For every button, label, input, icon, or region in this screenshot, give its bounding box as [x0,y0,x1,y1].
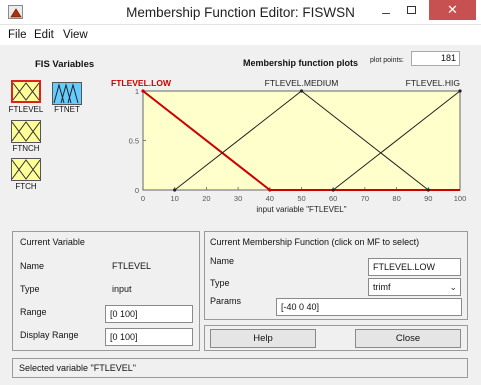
plot-points-label: plot points: [370,57,404,64]
menu-file[interactable]: File [8,29,27,41]
mf-type-label: Type [210,278,230,288]
plot-title: Membership function plots [243,58,359,68]
status-bar: Selected variable "FTLEVEL" [12,358,468,378]
mf-vertex-point [268,188,272,192]
membership-function-plot[interactable]: 0 10 20 30 40 50 60 70 80 90 100 0 0.5 1 input variabl… [100,71,470,223]
current-variable-header: Current Variable [20,237,85,247]
ftnch-mf-icon [11,121,41,142]
mf-label: FTLEVEL.HIG [406,78,460,88]
cv-display-range-label: Display Range [20,330,79,340]
x-tick-label: 80 [392,194,400,203]
x-tick-label: 40 [266,194,274,203]
menu-bar: File Edit View [0,25,481,45]
mf-vertex-point [299,89,304,93]
x-tick-label: 30 [234,194,242,203]
mf-vertex-point [426,188,430,192]
range-field[interactable]: [0 100] [105,305,193,323]
current-variable-panel: Current Variable Name FTLEVEL Type input… [12,231,200,351]
chevron-down-icon: ⌄ [449,282,457,292]
variable-ftnch-label: FTNCH [12,144,40,153]
editor-client-area: FIS Variables FTLEVEL FTNET FTNCH FTCH M… [0,45,481,385]
x-tick-label: 100 [454,194,467,203]
current-mf-panel: Current Membership Function (click on MF… [204,231,468,320]
cv-name-value: FTLEVEL [112,261,152,271]
ftlevel-mf-icon [12,82,40,101]
menu-view[interactable]: View [63,29,88,41]
mf-vertex-point [173,188,177,192]
y-tick-label: 0.5 [129,137,139,146]
x-tick-label: 50 [297,194,305,203]
mf-vertex-point [141,89,145,93]
buttons-panel: Help Close [204,325,468,351]
mf-params-label: Params [210,296,242,306]
cv-type-value: input [112,284,132,294]
display-range-field[interactable]: [0 100] [105,328,193,346]
cv-name-label: Name [20,261,45,271]
y-tick-label: 1 [135,87,139,96]
x-tick-label: 70 [361,194,369,203]
mf-label: FTLEVEL.LOW [111,78,172,88]
mf-name-field[interactable]: FTLEVEL.LOW [368,258,461,276]
menu-edit[interactable]: Edit [34,29,54,41]
current-mf-header: Current Membership Function (click on MF… [210,237,420,247]
variable-ftlevel-box[interactable] [11,80,41,103]
cv-range-label: Range [20,307,47,317]
mf-vertex-point [458,89,462,93]
maximize-icon [406,6,416,14]
mf-name-label: Name [210,256,235,266]
title-bar: Membership Function Editor: FISWSN – ✕ [0,0,481,25]
variable-ftnet-label: FTNET [54,105,80,114]
mf-params-field[interactable]: [-40 0 40] [276,298,462,316]
window-close-button[interactable]: ✕ [429,0,476,20]
close-button[interactable]: Close [355,329,461,348]
minimize-button[interactable]: – [373,4,399,24]
mf-vertex-point [331,188,335,192]
variable-ftlevel-label: FTLEVEL [8,105,44,114]
x-axis-label: input variable "FTLEVEL" [256,205,346,214]
mf-label: FTLEVEL.MEDIUM [265,78,339,88]
x-tick-label: 90 [424,194,432,203]
ftnet-mf-icon [53,83,81,104]
x-tick-label: 60 [329,194,337,203]
mf-type-select[interactable]: trimf ⌄ [368,278,461,296]
x-tick-label: 10 [171,194,179,203]
mf-type-value: trimf [373,282,391,292]
help-button[interactable]: Help [210,329,316,348]
y-tick-label: 0 [135,186,139,195]
plot-area [142,90,461,191]
plot-points-input[interactable]: 181 [411,51,460,66]
ftch-mf-icon [11,159,41,180]
cv-type-label: Type [20,284,40,294]
x-tick-label: 20 [202,194,210,203]
maximize-button[interactable] [398,6,424,26]
variable-ftnet-box[interactable] [52,82,82,105]
variable-ftch-box[interactable] [11,158,41,181]
variable-ftch-label: FTCH [15,182,37,191]
fis-variables-title: FIS Variables [35,59,95,70]
x-tick-label: 0 [141,194,145,203]
variable-ftnch-box[interactable] [11,120,41,143]
